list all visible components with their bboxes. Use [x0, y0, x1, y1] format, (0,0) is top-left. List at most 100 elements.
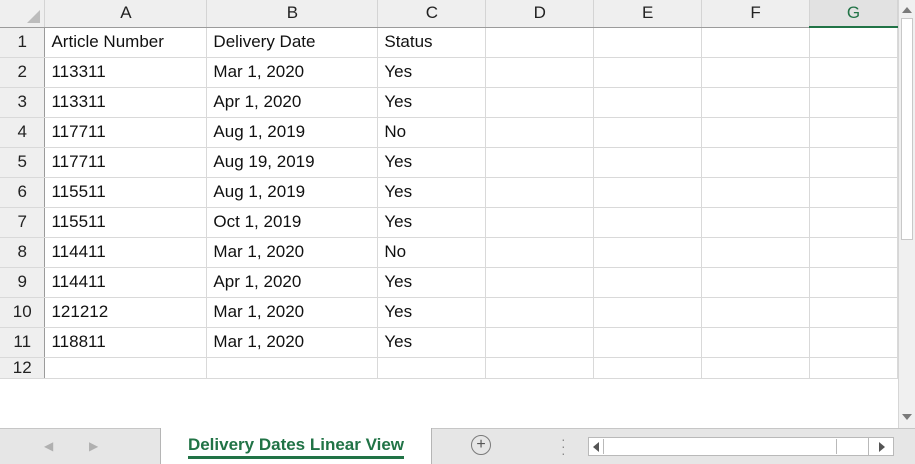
- cell[interactable]: 115511: [44, 207, 208, 238]
- plus-circle-icon[interactable]: +: [471, 435, 491, 455]
- cell[interactable]: Yes: [377, 57, 487, 88]
- cell[interactable]: [701, 177, 811, 208]
- cell[interactable]: [593, 357, 703, 379]
- cell[interactable]: [593, 87, 703, 118]
- cell[interactable]: [485, 57, 595, 88]
- cell[interactable]: [377, 357, 487, 379]
- tab-split-handle[interactable]: · · ·: [561, 432, 566, 460]
- cell[interactable]: Apr 1, 2020: [206, 87, 379, 118]
- cell[interactable]: [485, 147, 595, 178]
- cell[interactable]: [593, 267, 703, 298]
- cell[interactable]: [701, 87, 811, 118]
- cell[interactable]: [593, 27, 703, 58]
- row-header[interactable]: 5: [0, 147, 46, 178]
- sheet-tab-active[interactable]: Delivery Dates Linear View: [160, 428, 432, 464]
- column-header-c[interactable]: C: [377, 0, 487, 28]
- cell[interactable]: Yes: [377, 87, 487, 118]
- cell[interactable]: [593, 57, 703, 88]
- cell[interactable]: [44, 357, 208, 379]
- column-header-g[interactable]: G: [809, 0, 898, 28]
- row-header[interactable]: 10: [0, 297, 46, 328]
- arrow-down-icon[interactable]: [902, 414, 912, 420]
- cell[interactable]: [485, 177, 595, 208]
- cell[interactable]: Mar 1, 2020: [206, 237, 379, 268]
- cell[interactable]: [701, 237, 811, 268]
- cell[interactable]: [485, 27, 595, 58]
- vertical-scroll-thumb[interactable]: [901, 18, 913, 240]
- cell[interactable]: [701, 267, 811, 298]
- cell[interactable]: Status: [377, 27, 487, 58]
- cell[interactable]: 113311: [44, 57, 208, 88]
- cell[interactable]: [701, 297, 811, 328]
- cell[interactable]: [593, 327, 703, 358]
- cell[interactable]: [809, 297, 898, 328]
- cell[interactable]: [485, 357, 595, 379]
- row-header[interactable]: 2: [0, 57, 46, 88]
- cell[interactable]: [485, 297, 595, 328]
- cell[interactable]: [593, 207, 703, 238]
- column-header-e[interactable]: E: [593, 0, 703, 28]
- cell[interactable]: 115511: [44, 177, 208, 208]
- cell[interactable]: 114411: [44, 237, 208, 268]
- cell[interactable]: [809, 27, 898, 58]
- cell[interactable]: [485, 267, 595, 298]
- cell[interactable]: Yes: [377, 177, 487, 208]
- cell[interactable]: [485, 207, 595, 238]
- cell[interactable]: Mar 1, 2020: [206, 327, 379, 358]
- cell[interactable]: [485, 237, 595, 268]
- horizontal-scroll-thumb[interactable]: [603, 439, 837, 454]
- cell[interactable]: Delivery Date: [206, 27, 379, 58]
- column-header-d[interactable]: D: [485, 0, 595, 28]
- arrow-up-icon[interactable]: [902, 7, 912, 13]
- cell[interactable]: [593, 237, 703, 268]
- cell[interactable]: [701, 117, 811, 148]
- tab-next-icon[interactable]: ▶: [89, 439, 98, 453]
- cell[interactable]: [593, 297, 703, 328]
- cell[interactable]: No: [377, 237, 487, 268]
- cell[interactable]: [701, 147, 811, 178]
- cell[interactable]: Yes: [377, 327, 487, 358]
- cell[interactable]: 117711: [44, 147, 208, 178]
- cell[interactable]: [809, 177, 898, 208]
- row-header[interactable]: 8: [0, 237, 46, 268]
- cell[interactable]: [206, 357, 379, 379]
- cell[interactable]: [485, 87, 595, 118]
- cell[interactable]: Oct 1, 2019: [206, 207, 379, 238]
- cell[interactable]: [809, 207, 898, 238]
- tab-prev-icon[interactable]: ◀: [44, 439, 53, 453]
- cell[interactable]: Yes: [377, 147, 487, 178]
- cell[interactable]: 121212: [44, 297, 208, 328]
- cell[interactable]: Yes: [377, 207, 487, 238]
- select-all-corner[interactable]: [0, 0, 46, 28]
- row-header[interactable]: 11: [0, 327, 46, 358]
- cell[interactable]: 113311: [44, 87, 208, 118]
- column-header-f[interactable]: F: [701, 0, 811, 28]
- cell[interactable]: 118811: [44, 327, 208, 358]
- cell[interactable]: [593, 177, 703, 208]
- column-header-b[interactable]: B: [206, 0, 379, 28]
- cell[interactable]: Yes: [377, 267, 487, 298]
- cell[interactable]: [701, 357, 811, 379]
- cell[interactable]: Aug 1, 2019: [206, 117, 379, 148]
- row-header[interactable]: 6: [0, 177, 46, 208]
- scroll-right-button[interactable]: [868, 437, 894, 456]
- cell[interactable]: [809, 87, 898, 118]
- horizontal-scrollbar[interactable]: [588, 437, 894, 456]
- cell[interactable]: [593, 117, 703, 148]
- cell[interactable]: [809, 357, 898, 379]
- cell[interactable]: [809, 267, 898, 298]
- row-header[interactable]: 3: [0, 87, 46, 118]
- cell[interactable]: [701, 207, 811, 238]
- row-header[interactable]: 4: [0, 117, 46, 148]
- row-header[interactable]: 12: [0, 357, 46, 379]
- cell[interactable]: 117711: [44, 117, 208, 148]
- cell[interactable]: [593, 147, 703, 178]
- vertical-scrollbar[interactable]: [898, 0, 915, 428]
- cell[interactable]: [485, 117, 595, 148]
- cell[interactable]: Aug 19, 2019: [206, 147, 379, 178]
- column-header-a[interactable]: A: [44, 0, 208, 28]
- cell[interactable]: [809, 327, 898, 358]
- cell[interactable]: 114411: [44, 267, 208, 298]
- cell[interactable]: [701, 57, 811, 88]
- cell[interactable]: Article Number: [44, 27, 208, 58]
